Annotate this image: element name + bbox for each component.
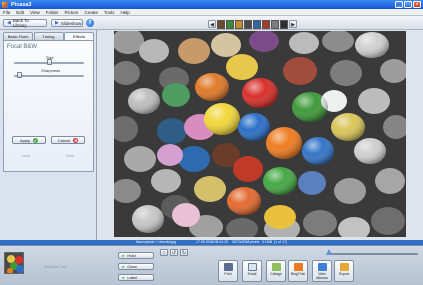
hold-label: Hold	[127, 253, 136, 258]
rotate-right-icon[interactable]: ↻	[180, 248, 188, 256]
effect-title: Focal B&W	[7, 44, 38, 50]
thumbnail-graphic	[5, 253, 23, 273]
film-thumbnail[interactable]	[280, 19, 288, 29]
minimize-button[interactable]: _	[395, 1, 403, 8]
label-label: Label	[127, 275, 138, 280]
export-folder-icon	[339, 263, 349, 271]
slideshow-button[interactable]: ▶ Slideshow	[51, 19, 83, 27]
clear-icon: ●	[122, 264, 125, 269]
photo-viewer	[97, 30, 423, 240]
redo-button[interactable]: Redo	[66, 154, 74, 158]
menu-bar: File Edit View Folder Picture Create Too…	[0, 9, 423, 16]
sharpness-slider-handle[interactable]	[17, 72, 23, 78]
zoom-slider-handle[interactable]	[326, 249, 332, 255]
menu-view[interactable]: View	[30, 10, 40, 15]
next-photo-button[interactable]: ▶	[289, 20, 297, 28]
web-albums-label: Web Albums	[316, 272, 328, 280]
edit-panel: Basic Fixes Tuning Effects Focal B&W Siz…	[0, 30, 97, 240]
selection-tray-placeholder: Selection Tray	[44, 265, 67, 269]
film-thumbnail[interactable]	[235, 19, 243, 29]
selected-photo-thumbnail[interactable]	[4, 252, 24, 274]
maximize-button[interactable]: □	[404, 1, 412, 8]
film-thumbnail[interactable]	[271, 19, 279, 29]
blogthis-label: BlogThis!	[290, 272, 306, 276]
web-albums-button[interactable]: Web Albums	[312, 260, 332, 282]
envelope-icon	[247, 263, 257, 271]
menu-folder[interactable]: Folder	[46, 10, 59, 15]
label-icon: ●	[122, 275, 125, 280]
window-controls: _ □ ×	[395, 1, 421, 8]
tab-effects[interactable]: Effects	[64, 32, 94, 40]
rotate-controls: ☆ ↺ ↻	[160, 248, 188, 256]
print-label: Print	[224, 272, 232, 276]
previous-photo-button[interactable]: ◀	[208, 20, 216, 28]
back-to-library-label: Back To Library	[12, 18, 29, 28]
export-label: Export	[338, 272, 350, 276]
apply-label: Apply	[19, 137, 30, 143]
toolbar: ◀ Back To Library ▶ Slideshow ? ◀ ▶	[0, 16, 423, 30]
photo-image[interactable]	[114, 31, 406, 237]
slideshow-label: Slideshow	[60, 20, 82, 26]
clear-label: Clear	[127, 264, 137, 269]
hold-icon: ●	[122, 253, 125, 258]
menu-edit[interactable]: Edit	[16, 10, 24, 15]
cancel-icon: ✖	[73, 137, 79, 143]
print-button[interactable]: Print	[218, 260, 238, 282]
apply-button[interactable]: Apply ✔	[12, 136, 46, 144]
zoom-slider-track[interactable]	[330, 253, 418, 255]
film-thumbnail[interactable]	[217, 19, 225, 29]
export-button[interactable]: Export	[334, 260, 354, 282]
play-icon: ▶	[55, 20, 59, 26]
clear-button[interactable]: ● Clear	[118, 263, 154, 270]
film-strip: ◀ ▶	[208, 19, 297, 29]
check-icon: ✔	[33, 137, 38, 143]
collage-button[interactable]: Collage	[266, 260, 286, 282]
tab-tuning[interactable]: Tuning	[33, 32, 64, 40]
rotate-left-icon[interactable]: ↺	[170, 248, 178, 256]
tab-basic-fixes[interactable]: Basic Fixes	[3, 32, 33, 40]
hold-button[interactable]: ● Hold	[118, 252, 154, 259]
help-icon[interactable]: ?	[86, 19, 94, 27]
film-thumbnail[interactable]	[253, 19, 261, 29]
menu-file[interactable]: File	[3, 10, 10, 15]
picasa-logo-icon	[2, 1, 8, 8]
sharpness-slider-label: Sharpness	[41, 68, 61, 73]
email-button[interactable]: Email	[242, 260, 262, 282]
photo-tray: Selection Tray ● Hold ● Clear ● Label ☆ …	[0, 245, 423, 285]
back-arrow-icon: ◀	[7, 20, 11, 26]
menu-picture[interactable]: Picture	[64, 10, 78, 15]
menu-tools[interactable]: Tools	[104, 10, 115, 15]
cancel-button[interactable]: Cancel ✖	[51, 136, 85, 144]
size-slider-handle[interactable]	[46, 59, 52, 65]
label-button[interactable]: ● Label	[118, 274, 154, 281]
candy-photo-graphic	[114, 31, 406, 237]
back-to-library-button[interactable]: ◀ Back To Library	[3, 18, 47, 28]
edit-tabs: Basic Fixes Tuning Effects	[3, 32, 95, 40]
film-thumbnail[interactable]	[262, 19, 270, 29]
window-title: Picasa3	[11, 1, 32, 8]
undo-button[interactable]: Undo	[22, 154, 30, 158]
effects-panel: Focal B&W Size Sharpness Apply ✔ Cancel …	[3, 40, 94, 172]
sharpness-slider-track[interactable]	[14, 75, 84, 77]
email-label: Email	[247, 272, 257, 276]
menu-help[interactable]: Help	[121, 10, 130, 15]
collage-label: Collage	[270, 272, 282, 276]
menu-create[interactable]: Create	[85, 10, 99, 15]
printer-icon	[223, 263, 233, 271]
blogthis-button[interactable]: BlogThis!	[288, 260, 308, 282]
film-thumbnail[interactable]	[226, 19, 234, 29]
cancel-label: Cancel	[57, 137, 71, 143]
collage-icon	[271, 263, 281, 271]
blogger-icon	[293, 263, 303, 271]
star-icon[interactable]: ☆	[160, 248, 168, 256]
web-albums-icon	[317, 263, 327, 271]
film-thumbnail[interactable]	[244, 19, 252, 29]
close-button[interactable]: ×	[413, 1, 421, 8]
title-bar: Picasa3 _ □ ×	[0, 0, 423, 9]
